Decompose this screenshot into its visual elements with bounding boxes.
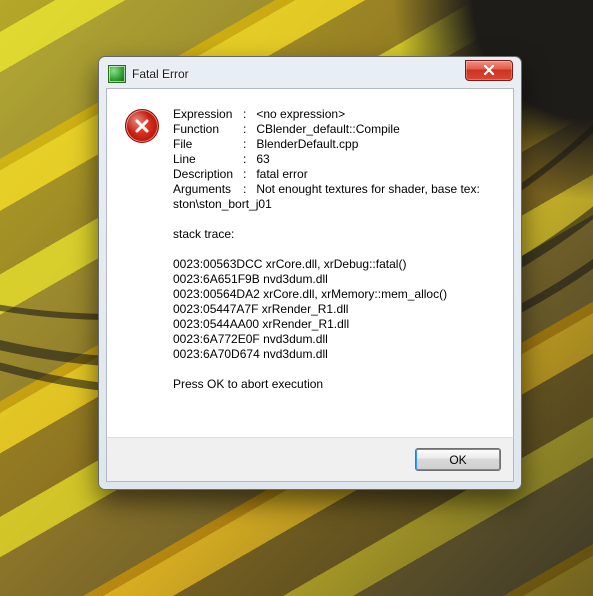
close-button[interactable] (465, 60, 513, 81)
description-value: fatal error (256, 167, 307, 181)
file-label: File (173, 137, 243, 152)
footer-instruction: Press OK to abort execution (173, 377, 323, 391)
stack-line: 0023:6A772E0F nvd3dum.dll (173, 332, 328, 346)
stack-trace-label: stack trace: (173, 227, 234, 241)
expression-label: Expression (173, 107, 243, 122)
dialog-body: Expression: <no expression> Function: CB… (106, 88, 514, 437)
stack-line: 0023:6A70D674 nvd3dum.dll (173, 347, 328, 361)
stack-line: 0023:6A651F9B nvd3dum.dll (173, 272, 328, 286)
description-label: Description (173, 167, 243, 182)
expression-value: <no expression> (256, 107, 345, 121)
line-value: 63 (256, 152, 269, 166)
titlebar[interactable]: Fatal Error (106, 64, 514, 88)
error-icon (125, 109, 159, 143)
stack-line: 0023:00564DA2 xrCore.dll, xrMemory::mem_… (173, 287, 447, 301)
arguments-value-cont: ston\ston_bort_j01 (173, 197, 272, 211)
function-label: Function (173, 122, 243, 137)
arguments-label: Arguments (173, 182, 243, 197)
ok-button[interactable]: OK (415, 448, 501, 471)
stack-line: 0023:05447A7F xrRender_R1.dll (173, 302, 348, 316)
error-message: Expression: <no expression> Function: CB… (173, 107, 480, 392)
function-value: CBlender_default::Compile (256, 122, 399, 136)
arguments-value: Not enought textures for shader, base te… (256, 182, 479, 196)
app-icon (108, 65, 126, 83)
fatal-error-dialog: Fatal Error Expression: <no expression> … (98, 56, 522, 490)
close-icon (483, 65, 495, 75)
file-value: BlenderDefault.cpp (256, 137, 358, 151)
window-title: Fatal Error (132, 67, 465, 81)
stack-line: 0023:0544AA00 xrRender_R1.dll (173, 317, 349, 331)
line-label: Line (173, 152, 243, 167)
stack-line: 0023:00563DCC xrCore.dll, xrDebug::fatal… (173, 257, 406, 271)
dialog-button-bar: OK (106, 437, 514, 482)
